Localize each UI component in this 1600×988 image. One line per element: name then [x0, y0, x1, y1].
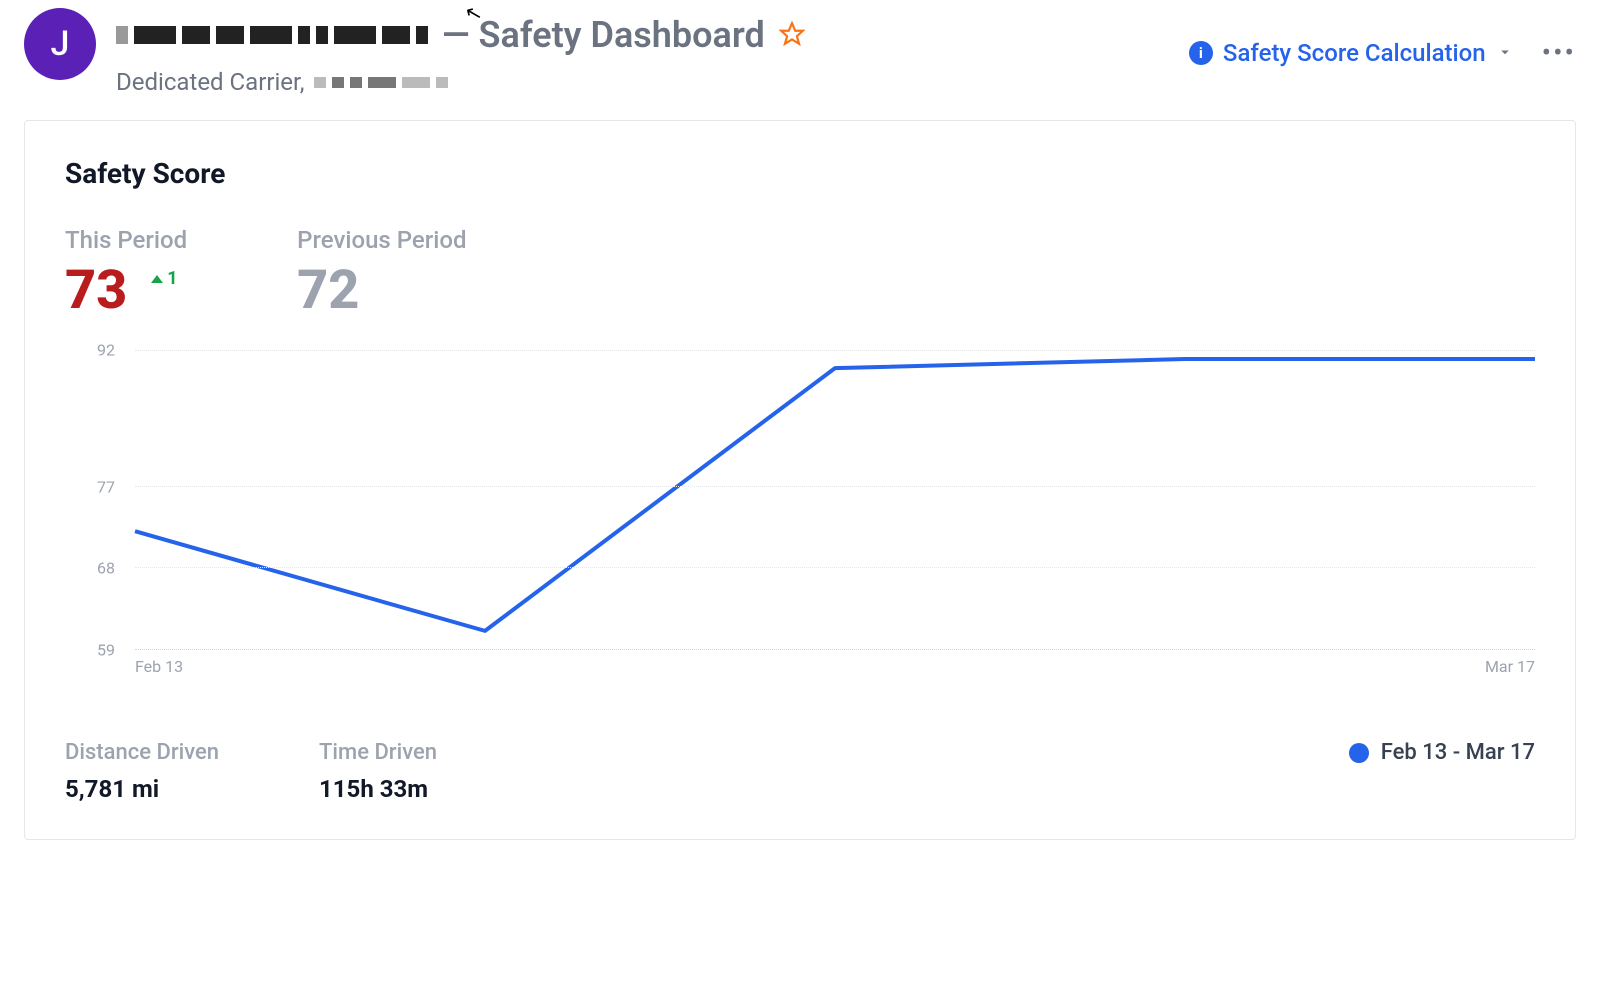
this-period-value: 73: [65, 259, 127, 322]
y-tick: 92: [97, 341, 115, 360]
x-axis-labels: Feb 13 Mar 17: [135, 657, 1535, 676]
score-row: This Period 73 1 Previous Period 72: [65, 226, 1535, 318]
avatar: J: [24, 8, 96, 80]
time-value: 115h 33m: [319, 775, 437, 803]
card-title: Safety Score: [65, 157, 1535, 190]
line-chart-svg: [135, 350, 1535, 649]
previous-period-block: Previous Period 72: [297, 226, 466, 318]
time-label: Time Driven: [319, 740, 437, 765]
x-tick-end: Mar 17: [1485, 657, 1535, 676]
page-header: J — Safety Dashboard Dedicated Carrier,: [0, 0, 1600, 120]
star-icon[interactable]: [779, 14, 805, 56]
this-period-block: This Period 73 1: [65, 226, 187, 318]
avatar-initial: J: [51, 24, 70, 64]
arrow-up-icon: [151, 275, 163, 283]
chevron-down-icon: [1496, 39, 1514, 67]
time-stat: Time Driven 115h 33m: [319, 740, 437, 803]
y-tick: 77: [97, 477, 115, 496]
redacted-name: [116, 26, 428, 44]
info-icon: i: [1189, 41, 1213, 65]
delta-badge: 1: [151, 268, 177, 289]
distance-label: Distance Driven: [65, 740, 219, 765]
subtitle-prefix: Dedicated Carrier,: [116, 68, 304, 96]
y-tick: 59: [97, 641, 115, 660]
legend-range: Feb 13 - Mar 17: [1381, 740, 1535, 765]
header-actions: i Safety Score Calculation •••: [1189, 8, 1576, 69]
this-period-label: This Period: [65, 226, 187, 254]
more-menu-icon[interactable]: •••: [1542, 36, 1576, 69]
y-tick: 68: [97, 559, 115, 578]
plot-area: [135, 350, 1535, 650]
previous-period-label: Previous Period: [297, 226, 466, 254]
this-period-value-row: 73 1: [65, 264, 187, 318]
delta-value: 1: [167, 268, 177, 289]
chart-area: 92 77 68 59 Feb 13 Mar 17: [65, 350, 1535, 680]
card-footer: Distance Driven 5,781 mi Time Driven 115…: [65, 740, 1535, 803]
distance-stat: Distance Driven 5,781 mi: [65, 740, 219, 803]
calc-link-label: Safety Score Calculation: [1223, 39, 1486, 67]
page-title-row: — Safety Dashboard: [116, 14, 1169, 56]
page-title-suffix: — Safety Dashboard: [442, 14, 765, 56]
safety-score-calculation-link[interactable]: i Safety Score Calculation: [1189, 39, 1514, 67]
redacted-subtitle: [314, 77, 448, 88]
y-axis-labels: 92 77 68 59: [65, 350, 125, 650]
legend-dot-icon: [1349, 743, 1369, 763]
subtitle: Dedicated Carrier,: [116, 68, 1169, 96]
safety-score-card: Safety Score This Period 73 1 Previous P…: [24, 120, 1576, 840]
chart-legend: Feb 13 - Mar 17: [1349, 740, 1535, 765]
distance-value: 5,781 mi: [65, 775, 219, 803]
x-tick-start: Feb 13: [135, 657, 183, 676]
previous-period-value: 72: [297, 264, 466, 318]
header-text: — Safety Dashboard Dedicated Carrier,: [116, 8, 1169, 96]
